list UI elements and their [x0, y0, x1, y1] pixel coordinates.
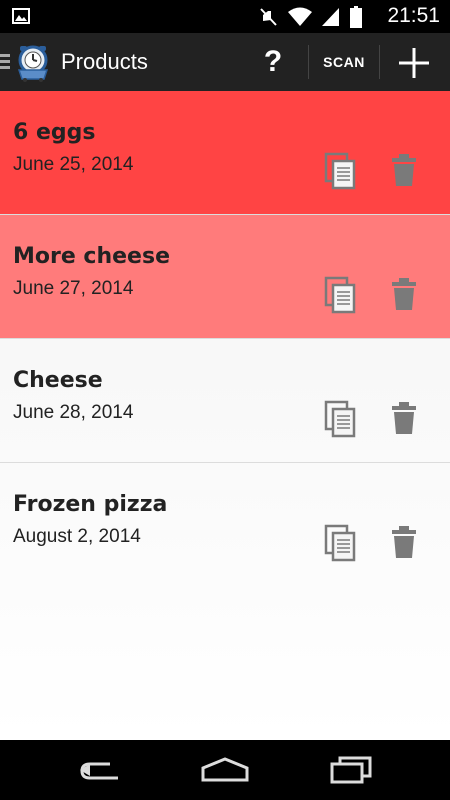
product-name: 6 eggs: [13, 120, 96, 145]
recent-apps-icon: [330, 756, 372, 784]
add-icon: [399, 48, 429, 78]
product-date: August 2, 2014: [13, 526, 141, 547]
page-title: Products: [61, 49, 148, 74]
wifi-icon: [288, 7, 312, 31]
recent-apps-button[interactable]: [320, 750, 380, 790]
copy-button[interactable]: [322, 399, 360, 439]
gallery-icon: [12, 8, 30, 28]
trash-icon: [392, 526, 416, 558]
drawer-indicator-icon[interactable]: [0, 54, 10, 74]
list-item[interactable]: Cheese June 28, 2014: [0, 339, 450, 463]
delete-button[interactable]: [388, 275, 420, 315]
status-clock: 21:51: [387, 4, 440, 27]
list-item[interactable]: Frozen pizza August 2, 2014: [0, 463, 450, 586]
delete-button[interactable]: [388, 523, 420, 563]
copy-icon: [324, 400, 356, 438]
home-icon: [201, 757, 249, 782]
copy-icon: [324, 152, 356, 190]
copy-icon: [324, 276, 356, 314]
product-name: More cheese: [13, 244, 170, 269]
signal-icon: [322, 7, 340, 31]
help-button[interactable]: ?: [250, 39, 296, 85]
list-item[interactable]: 6 eggs June 25, 2014: [0, 91, 450, 215]
copy-button[interactable]: [322, 151, 360, 191]
delete-button[interactable]: [388, 151, 420, 191]
list-item[interactable]: More cheese June 27, 2014: [0, 215, 450, 339]
product-name: Cheese: [13, 368, 103, 393]
battery-icon: [350, 6, 362, 32]
product-name: Frozen pizza: [13, 492, 168, 517]
app-logo-icon[interactable]: [13, 42, 53, 86]
action-divider: [379, 45, 380, 79]
product-date: June 25, 2014: [13, 154, 134, 175]
home-button[interactable]: [195, 750, 255, 790]
status-bar: 21:51: [0, 0, 450, 33]
action-bar: Products ? SCAN: [0, 33, 450, 91]
scan-button[interactable]: SCAN: [313, 39, 375, 85]
mute-icon: [260, 7, 278, 31]
action-divider: [308, 45, 309, 79]
trash-icon: [392, 278, 416, 310]
delete-button[interactable]: [388, 399, 420, 439]
navigation-bar: [0, 740, 450, 800]
product-list: 6 eggs June 25, 2014 More cheese June 27…: [0, 91, 450, 740]
add-button[interactable]: [392, 41, 436, 85]
copy-button[interactable]: [322, 523, 360, 563]
help-icon: ?: [263, 45, 283, 78]
trash-icon: [392, 154, 416, 186]
product-date: June 27, 2014: [13, 278, 134, 299]
copy-icon: [324, 524, 356, 562]
back-button[interactable]: [70, 750, 130, 790]
product-date: June 28, 2014: [13, 402, 134, 423]
back-icon: [80, 762, 118, 780]
trash-icon: [392, 402, 416, 434]
copy-button[interactable]: [322, 275, 360, 315]
